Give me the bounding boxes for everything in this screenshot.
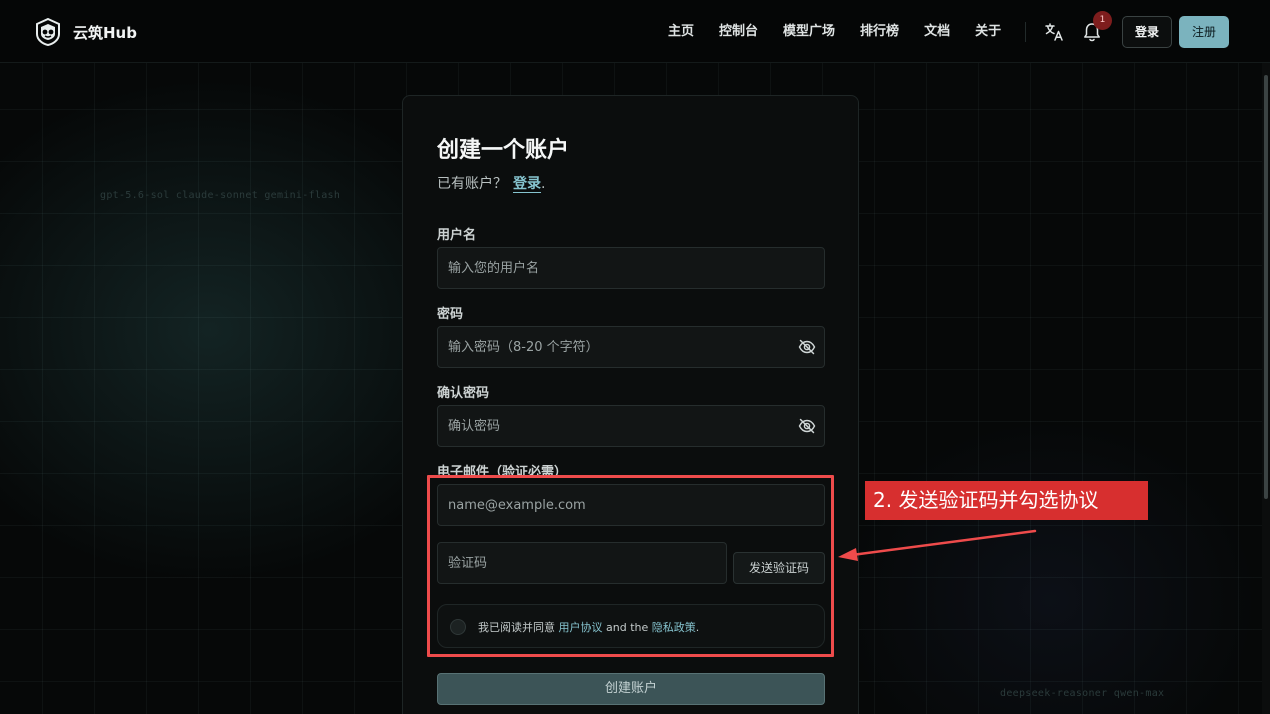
page-title: 创建一个账户 [437,138,570,163]
logo-icon [36,18,60,46]
password-label: 密码 [437,307,464,322]
floating-model-text: gpt-5.6-sol claude-sonnet gemini-flash [100,190,341,201]
floating-model-text: deepseek-reasoner qwen-max [1000,688,1165,699]
password-field [437,326,825,368]
username-label: 用户名 [437,228,477,243]
top-navbar: 云筑Hub 主页 控制台 模型广场 排行榜 文档 关于 1 登录 注册 [0,0,1270,63]
nav-item-models[interactable]: 模型广场 [783,22,835,42]
nav-item-home[interactable]: 主页 [668,22,694,42]
scrollbar-thumb[interactable] [1264,75,1268,499]
nav-item-console[interactable]: 控制台 [719,22,758,42]
annotation-arrow [838,529,1037,561]
password-input[interactable] [438,327,798,367]
register-button[interactable]: 注册 [1179,16,1229,48]
notification-badge: 1 [1093,11,1112,30]
annotation-callout: 2. 发送验证码并勾选协议 [865,481,1148,520]
translate-icon[interactable] [1044,22,1064,42]
page-scrollbar[interactable] [1262,63,1270,714]
main-nav: 主页 控制台 模型广场 排行榜 文档 关于 [668,22,1026,42]
nav-divider [1025,22,1026,42]
login-prompt-suffix: . [541,176,546,192]
eye-off-icon[interactable] [798,417,816,435]
confirm-password-label: 确认密码 [437,386,490,401]
annotation-highlight-box [427,475,834,657]
create-account-button[interactable]: 创建账户 [437,673,825,705]
login-prompt-text: 已有账户？ [437,176,507,192]
username-input[interactable] [438,248,824,288]
nav-item-leaderboard[interactable]: 排行榜 [860,22,899,42]
eye-off-icon[interactable] [798,338,816,356]
login-link[interactable]: 登录 [513,176,541,193]
username-field [437,247,825,289]
confirm-password-input[interactable] [438,406,798,446]
nav-item-about[interactable]: 关于 [975,22,1001,42]
login-button[interactable]: 登录 [1122,16,1172,48]
brand-name: 云筑Hub [73,23,137,42]
login-prompt: 已有账户？ 登录. [437,173,545,193]
nav-item-docs[interactable]: 文档 [924,22,950,42]
confirm-password-field [437,405,825,447]
brand[interactable]: 云筑Hub [36,17,137,47]
